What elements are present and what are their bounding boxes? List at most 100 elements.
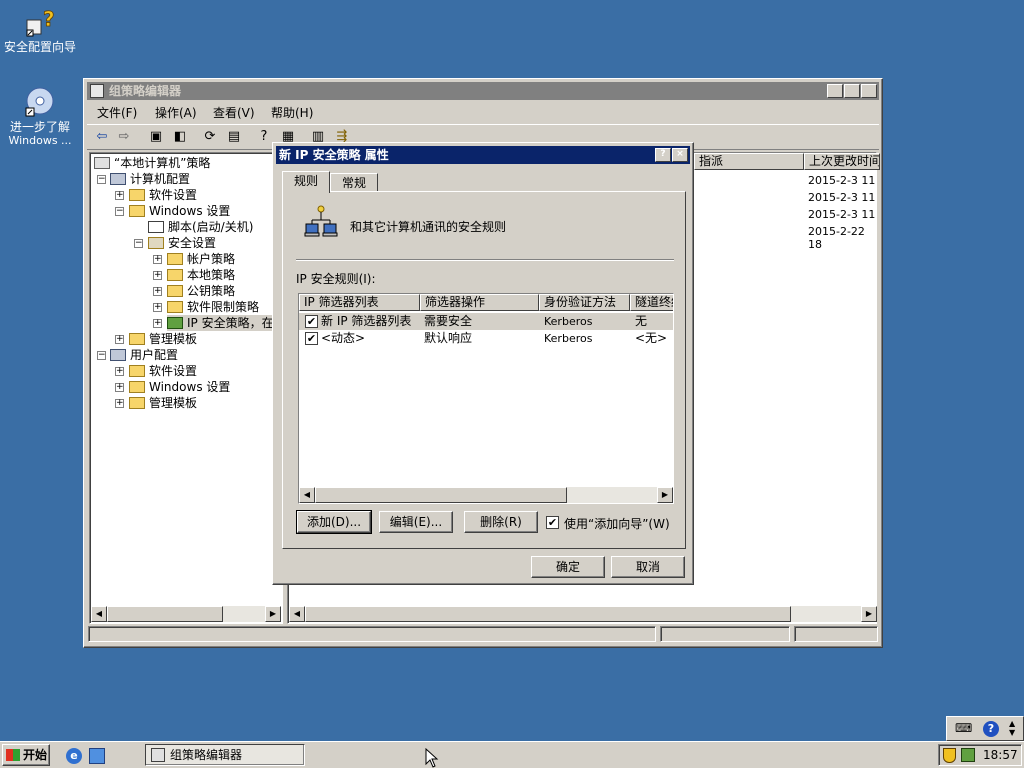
- edit-button[interactable]: 编辑(E)...: [379, 511, 453, 533]
- column-header-modified[interactable]: 上次更改时间: [804, 153, 880, 170]
- add-button[interactable]: 添加(D)...: [296, 510, 372, 534]
- shield-icon[interactable]: [943, 748, 956, 763]
- expand-icon[interactable]: +: [115, 335, 124, 344]
- scroll-arrows-icon[interactable]: ▲ ▼: [1009, 719, 1015, 737]
- remove-button[interactable]: 删除(R): [464, 511, 538, 533]
- column-header-auth-method[interactable]: 身份验证方法: [539, 294, 630, 311]
- dialog-titlebar[interactable]: 新 IP 安全策略 属性 ? ×: [276, 146, 690, 164]
- start-button[interactable]: 开始: [2, 744, 50, 766]
- expand-icon[interactable]: +: [115, 383, 124, 392]
- folder-icon: [129, 365, 145, 377]
- folder-icon: [167, 269, 183, 281]
- ip-security-properties-dialog[interactable]: 新 IP 安全策略 属性 ? × 规则 常规 和其它计算机通讯的安全规则 IP …: [272, 142, 694, 585]
- rules-hscrollbar[interactable]: ◀ ▶: [299, 487, 673, 503]
- details-hscrollbar[interactable]: ◀ ▶: [289, 606, 877, 622]
- separator: [296, 259, 674, 261]
- tree-item-software-settings[interactable]: 软件设置: [129, 187, 197, 203]
- tree-item-windows-settings[interactable]: Windows 设置: [129, 203, 230, 219]
- expand-icon[interactable]: +: [153, 255, 162, 264]
- close-button[interactable]: ×: [672, 148, 688, 162]
- tree-pane[interactable]: “本地计算机”策略 − 计算机配置 + 软件设置 − Windows 设置 脚本…: [89, 152, 283, 624]
- collapse-icon[interactable]: −: [115, 207, 124, 216]
- back-arrow-icon[interactable]: ⇦: [93, 129, 111, 145]
- tree-item-root[interactable]: “本地计算机”策略: [94, 155, 210, 171]
- column-header-filter-action[interactable]: 筛选器操作: [420, 294, 539, 311]
- scroll-right-icon[interactable]: ▶: [265, 606, 281, 622]
- desktop-icon-learn-windows[interactable]: 进一步了解 Windows ...: [0, 84, 80, 147]
- scroll-right-icon[interactable]: ▶: [861, 606, 877, 622]
- tree-item-user-software[interactable]: 软件设置: [129, 363, 197, 379]
- scroll-thumb[interactable]: [107, 606, 223, 622]
- rules-list[interactable]: IP 筛选器列表 筛选器操作 身份验证方法 隧道终结 ✔ 新 IP 筛选器列表 …: [298, 293, 674, 504]
- tree-item-local-policy[interactable]: 本地策略: [167, 267, 235, 283]
- help-icon[interactable]: ?: [255, 129, 273, 145]
- tree-item-scripts[interactable]: 脚本(启动/关机): [148, 219, 253, 235]
- use-wizard-checkbox[interactable]: ✔: [546, 516, 559, 529]
- tree-item-ip-security[interactable]: IP 安全策略，在: [167, 315, 276, 331]
- column-header-assigned[interactable]: 指派: [694, 153, 804, 170]
- column-header-filter-list[interactable]: IP 筛选器列表: [299, 294, 420, 311]
- show-hide-tree-icon[interactable]: ◧: [171, 129, 189, 145]
- menu-view[interactable]: 查看(V): [213, 104, 255, 121]
- expand-icon[interactable]: +: [153, 287, 162, 296]
- folder-icon: [167, 285, 183, 297]
- scroll-left-icon[interactable]: ◀: [289, 606, 305, 622]
- menu-file[interactable]: 文件(F): [97, 104, 137, 121]
- use-wizard-label[interactable]: 使用“添加向导”(W): [564, 515, 670, 532]
- rule-checkbox[interactable]: ✔: [305, 332, 318, 345]
- ie-icon[interactable]: e: [66, 748, 82, 764]
- refresh-icon[interactable]: ⟳: [201, 129, 219, 145]
- gpe-titlebar[interactable]: 组策略编辑器 _ □ ×: [87, 82, 879, 100]
- cell-filter: <动态>: [321, 331, 366, 345]
- maximize-button[interactable]: □: [844, 84, 860, 98]
- tree-item-admin-templates[interactable]: 管理模板: [129, 331, 197, 347]
- expand-icon[interactable]: +: [153, 271, 162, 280]
- tree-hscrollbar[interactable]: ◀ ▶: [91, 606, 281, 622]
- collapse-icon[interactable]: −: [97, 175, 106, 184]
- export-list-icon[interactable]: ▤: [225, 129, 243, 145]
- tree-item-user-admin[interactable]: 管理模板: [129, 395, 197, 411]
- cancel-button[interactable]: 取消: [611, 556, 685, 578]
- collapse-icon[interactable]: −: [97, 351, 106, 360]
- tree-item-software-restriction[interactable]: 软件限制策略: [167, 299, 259, 315]
- help-button[interactable]: ?: [655, 148, 671, 162]
- scroll-thumb[interactable]: [315, 487, 567, 503]
- rule-checkbox[interactable]: ✔: [305, 315, 318, 328]
- explorer-icon[interactable]: [89, 748, 105, 764]
- forward-arrow-icon[interactable]: ⇨: [115, 129, 133, 145]
- menu-action[interactable]: 操作(A): [155, 104, 197, 121]
- tree-item-account-policy[interactable]: 帐户策略: [167, 251, 235, 267]
- tab-rules[interactable]: 规则: [282, 171, 330, 193]
- taskbar-button-gpe[interactable]: 组策略编辑器: [145, 744, 305, 766]
- expand-icon[interactable]: +: [115, 367, 124, 376]
- tree-item-public-key-policy[interactable]: 公钥策略: [167, 283, 235, 299]
- cell-auth: Kerberos: [544, 315, 593, 328]
- expand-icon[interactable]: +: [115, 399, 124, 408]
- minimize-button[interactable]: _: [827, 84, 843, 98]
- close-button[interactable]: ×: [861, 84, 877, 98]
- table-row[interactable]: ✔ <动态> 默认响应 Kerberos <无>: [299, 330, 673, 347]
- expand-icon[interactable]: +: [153, 303, 162, 312]
- folder-icon: [129, 381, 145, 393]
- scroll-left-icon[interactable]: ◀: [299, 487, 315, 503]
- tree-item-user-config[interactable]: 用户配置: [110, 347, 178, 363]
- table-row[interactable]: ✔ 新 IP 筛选器列表 需要安全 Kerberos 无: [299, 313, 673, 330]
- up-folder-icon[interactable]: ▣: [147, 129, 165, 145]
- column-header-tunnel[interactable]: 隧道终结: [630, 294, 673, 311]
- tree-item-user-windows[interactable]: Windows 设置: [129, 379, 230, 395]
- expand-icon[interactable]: +: [153, 319, 162, 328]
- menu-help[interactable]: 帮助(H): [271, 104, 313, 121]
- scroll-right-icon[interactable]: ▶: [657, 487, 673, 503]
- tree-item-computer-config[interactable]: 计算机配置: [110, 171, 190, 187]
- scroll-thumb[interactable]: [305, 606, 791, 622]
- network-icon[interactable]: [961, 748, 975, 762]
- expand-icon[interactable]: +: [115, 191, 124, 200]
- ok-button[interactable]: 确定: [531, 556, 605, 578]
- tree-item-security-settings[interactable]: 安全设置: [148, 235, 216, 251]
- desktop-icon-security-wizard[interactable]: ? 安全配置向导: [0, 4, 80, 54]
- keyboard-icon[interactable]: ⌨: [955, 721, 972, 735]
- collapse-icon[interactable]: −: [134, 239, 143, 248]
- tab-general[interactable]: 常规: [330, 173, 378, 193]
- scroll-left-icon[interactable]: ◀: [91, 606, 107, 622]
- help-circle-icon[interactable]: ?: [983, 721, 999, 737]
